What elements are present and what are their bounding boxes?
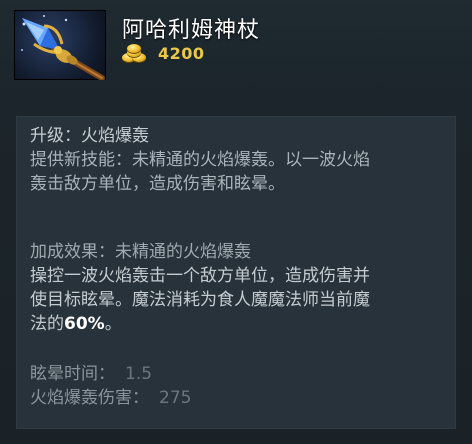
ability-title: 升级：火焰爆轰	[30, 126, 149, 146]
aghanims-scepter-icon	[14, 10, 106, 80]
item-name: 阿哈利姆神杖	[122, 18, 261, 43]
stat-row: 眩晕时间： 1.5	[30, 362, 152, 386]
stat-row: 火焰爆轰伤害： 275	[30, 386, 191, 410]
stat-value: 1.5	[125, 364, 153, 384]
bonus-description-line: 使目标眩晕。魔法消耗为食人魔魔法师当前魔	[30, 290, 370, 310]
bonus-text-suffix: 。	[104, 314, 122, 334]
stat-label: 火焰爆轰伤害：	[30, 388, 149, 408]
tooltip-header: 阿哈利姆神杖 4200	[0, 0, 472, 96]
mana-percent-highlight: 60%	[64, 314, 105, 334]
bonus-description-line: 操控一波火焰轰击一个敌方单位，造成伤害并	[30, 266, 370, 286]
cost-value: 4200	[158, 43, 205, 63]
bonus-title: 加成效果：未精通的火焰爆轰	[30, 242, 251, 262]
bonus-text-prefix: 法的	[30, 314, 64, 334]
gold-coins-icon	[122, 44, 148, 62]
ability-description-line: 提供新技能：未精通的火焰爆轰。以一波火焰	[30, 150, 370, 170]
item-tooltip: 阿哈利姆神杖 4200 升级：火焰爆轰 提供新技能：未精通的火焰爆轰。以一波火焰…	[0, 0, 472, 444]
item-cost: 4200	[122, 42, 205, 64]
description-panel: 升级：火焰爆轰 提供新技能：未精通的火焰爆轰。以一波火焰 轰击敌方单位，造成伤害…	[16, 116, 456, 429]
stat-label: 眩晕时间：	[30, 364, 115, 384]
ability-description-line: 轰击敌方单位，造成伤害和眩晕。	[30, 174, 285, 194]
bonus-description-line: 法的60%。	[30, 312, 122, 336]
stat-value: 275	[159, 388, 192, 408]
